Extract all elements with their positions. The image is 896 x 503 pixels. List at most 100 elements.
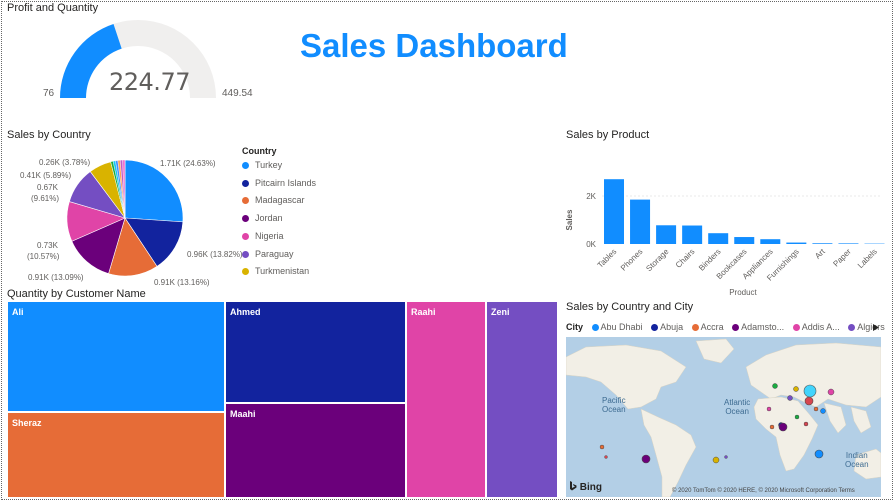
map-bubble[interactable]: [724, 455, 728, 459]
bar-bookcases[interactable]: [734, 237, 755, 244]
map-bubble[interactable]: [827, 388, 835, 396]
pie-label-jordan: 0.91K (13.09%): [28, 273, 84, 282]
map-bubble[interactable]: [813, 406, 819, 412]
treemap-label: Maahi: [230, 409, 256, 419]
bar-title: Sales by Product: [566, 129, 650, 141]
map-bubble[interactable]: [641, 454, 651, 464]
treemap-cell-sheraz[interactable]: Sheraz: [7, 412, 225, 498]
y-tick-label: 2K: [586, 192, 596, 201]
pie-label-turkmenistan: 0.41K (5.89%): [20, 171, 72, 180]
map-bubble[interactable]: [712, 456, 720, 464]
map-bubble[interactable]: [772, 383, 778, 389]
pie-label-turkey: 1.71K (24.63%): [160, 159, 216, 168]
x-tick-label: Chairs: [674, 247, 697, 270]
legend-dot: [242, 215, 249, 223]
map-legend-item[interactable]: Accra: [686, 322, 724, 332]
x-tick-label: Art: [813, 247, 827, 261]
sales-by-product-chart[interactable]: 2K 0K Sales Tables Phones Storage Chairs Binder…: [560, 150, 886, 300]
sales-by-country-pie[interactable]: [60, 156, 190, 286]
map-bubble[interactable]: [787, 395, 793, 401]
treemap-label: Raahi: [411, 307, 436, 317]
pie-label-nigeria-pct: (10.57%): [27, 252, 60, 261]
pie-legend-item-madagascar[interactable]: Madagascar: [242, 195, 305, 205]
y-tick-label: 0K: [586, 240, 596, 249]
legend-dot: [242, 250, 249, 258]
bar-chairs[interactable]: [682, 225, 703, 244]
bar-binders[interactable]: [708, 233, 729, 244]
pie-legend-item-pitcairn-islands[interactable]: Pitcairn Islands: [242, 178, 316, 188]
pie-label-madagascar: 0.91K (13.16%): [154, 278, 210, 287]
map-bubble[interactable]: [804, 396, 814, 406]
bar-phones[interactable]: [630, 199, 651, 244]
bing-logo: Bing: [569, 481, 602, 493]
world-map-land: [566, 338, 881, 497]
treemap-cell-zeni[interactable]: Zeni: [486, 301, 558, 498]
map-bubble[interactable]: [604, 455, 608, 459]
pie-title: Sales by Country: [7, 129, 91, 141]
map-bubble[interactable]: [793, 386, 799, 392]
x-tick-label: Storage: [644, 247, 671, 274]
bar-art[interactable]: [812, 243, 833, 244]
pie-legend-item-nigeria[interactable]: Nigeria: [242, 231, 284, 241]
map-bubble[interactable]: [769, 424, 775, 430]
pie-legend-item-turkmenistan[interactable]: Turkmenistan: [242, 266, 309, 276]
treemap-cell-ali[interactable]: Ali: [7, 301, 225, 412]
treemap-label: Ahmed: [230, 307, 261, 317]
legend-next-icon[interactable]: [872, 323, 880, 332]
treemap-cell-raahi[interactable]: Raahi: [406, 301, 486, 498]
legend-dot: [242, 268, 249, 276]
bar-tables[interactable]: [604, 179, 624, 244]
pie-legend-item-paraguay[interactable]: Paraguay: [242, 249, 294, 259]
map-bubble[interactable]: [814, 449, 824, 459]
ocean-label-pacific: Pacific Ocean: [602, 396, 626, 414]
treemap-label: Sheraz: [12, 418, 42, 428]
map-legend-label: City: [566, 322, 584, 332]
treemap-cell-maahi[interactable]: Maahi: [225, 403, 406, 498]
page-title: Sales Dashboard: [300, 27, 568, 64]
map-legend-item[interactable]: Addis A...: [787, 322, 840, 332]
x-axis-label: Product: [729, 288, 757, 297]
pie-legend-item-jordan[interactable]: Jordan: [242, 213, 283, 223]
map-bubble[interactable]: [599, 444, 605, 450]
map-legend-item[interactable]: Abu Dhabi: [586, 322, 643, 332]
x-tick-label: Binders: [697, 247, 723, 273]
bar-appliances[interactable]: [760, 239, 781, 244]
x-tick-label: Labels: [856, 247, 879, 270]
pie-label-paraguay-value: 0.67K: [37, 183, 58, 192]
map-title: Sales by Country and City: [566, 301, 694, 313]
legend-label: Madagascar: [255, 195, 305, 206]
pie-slice-turkey[interactable]: [124, 159, 184, 223]
world-map[interactable]: Pacific Ocean Atlantic Ocean Indian Ocean: [566, 337, 881, 497]
legend-dot: [242, 197, 249, 205]
x-tick-label: Paper: [831, 247, 853, 269]
ocean-label-atlantic: Atlantic Ocean: [724, 398, 751, 416]
map-bubble[interactable]: [803, 421, 809, 427]
pie-label-nigeria-value: 0.73K: [37, 241, 58, 250]
bar-paper[interactable]: [838, 243, 859, 244]
map-bubble[interactable]: [794, 414, 800, 420]
map-bubble[interactable]: [778, 422, 788, 432]
gauge-title: Profit and Quantity: [7, 2, 99, 14]
map-bubble[interactable]: [766, 406, 772, 412]
pie-legend-title: Country: [242, 146, 277, 156]
treemap-label: Zeni: [491, 307, 510, 317]
gauge-max: 449.54: [222, 88, 253, 99]
bar-storage[interactable]: [656, 225, 677, 244]
legend-label: Nigeria: [255, 230, 284, 241]
pie-legend-item-turkey[interactable]: Turkey: [242, 160, 282, 170]
legend-dot: [242, 232, 249, 240]
bar-furnishings[interactable]: [786, 242, 807, 244]
pie-label-other: 0.26K (3.78%): [39, 158, 91, 167]
gauge-min: 76: [43, 88, 55, 99]
map-legend-item[interactable]: Adamsto...: [726, 322, 784, 332]
legend-dot: [242, 179, 249, 187]
x-tick-label: Phones: [619, 247, 645, 273]
map-legend-item[interactable]: Abuja: [645, 322, 683, 332]
treemap-title: Quantity by Customer Name: [7, 288, 146, 300]
treemap-cell-ahmed[interactable]: Ahmed: [225, 301, 406, 403]
map-bubble[interactable]: [803, 384, 817, 398]
pie-label-paraguay-pct: (9.61%): [31, 194, 60, 203]
legend-label: Paraguay: [255, 248, 294, 259]
map-bubble[interactable]: [820, 408, 826, 414]
legend-label: Turkmenistan: [255, 266, 310, 277]
